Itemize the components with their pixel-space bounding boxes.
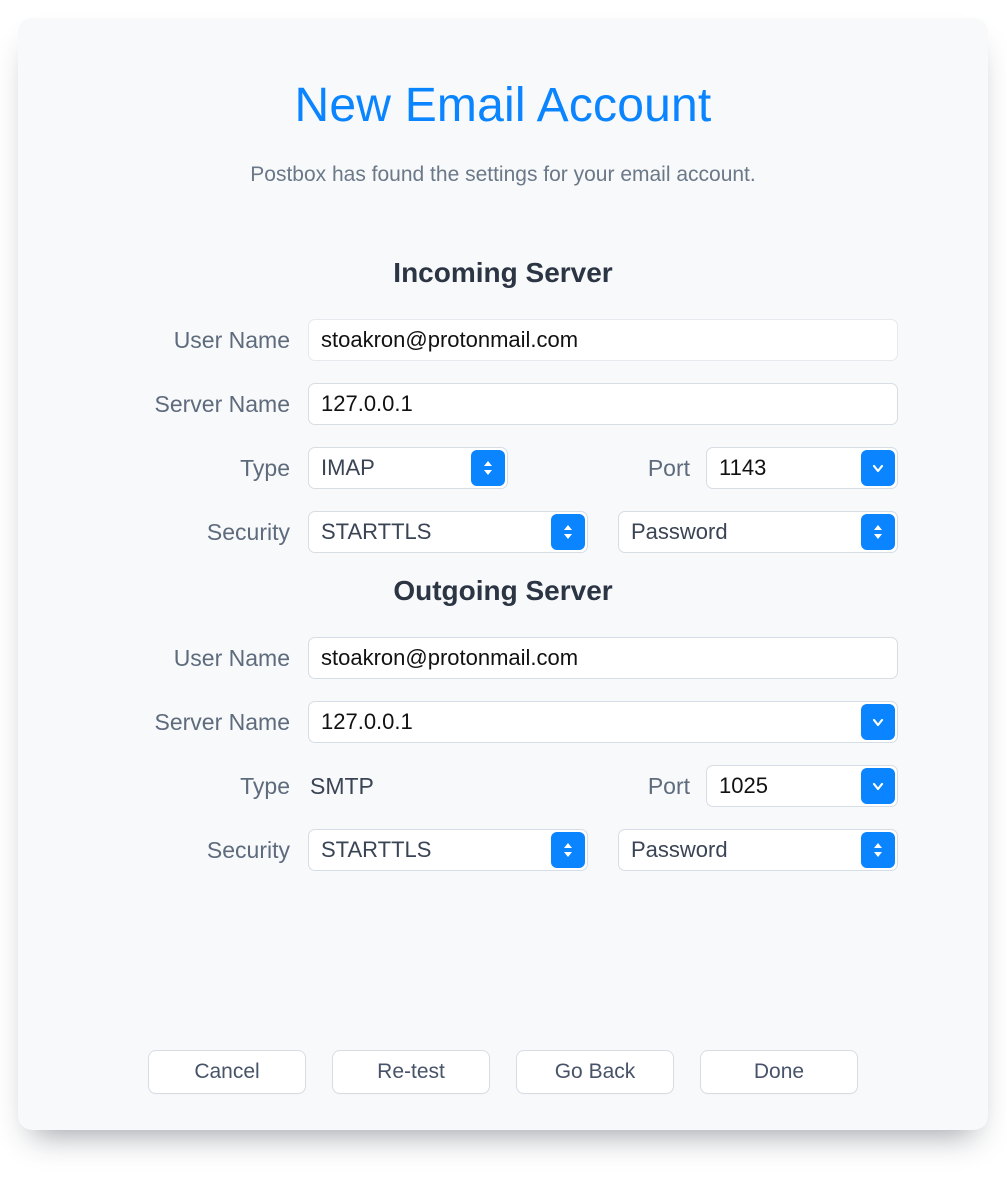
done-button[interactable]: Done (700, 1050, 858, 1094)
chevron-down-icon (861, 450, 895, 486)
chevron-updown-icon (551, 514, 585, 550)
page-title: New Email Account (108, 78, 898, 133)
incoming-servername-input[interactable]: 127.0.0.1 (308, 383, 898, 425)
page-subtitle: Postbox has found the settings for your … (108, 163, 898, 187)
cancel-button[interactable]: Cancel (148, 1050, 306, 1094)
incoming-username-input[interactable]: stoakron@protonmail.com (308, 319, 898, 361)
outgoing-type-value: SMTP (308, 773, 508, 800)
outgoing-username-input[interactable]: stoakron@protonmail.com (308, 637, 898, 679)
chevron-updown-icon (861, 514, 895, 550)
label-port: Port (626, 455, 706, 482)
go-back-button[interactable]: Go Back (516, 1050, 674, 1094)
incoming-heading: Incoming Server (108, 257, 898, 289)
chevron-updown-icon (551, 832, 585, 868)
dialog-window: New Email Account Postbox has found the … (0, 0, 1006, 1181)
retest-button[interactable]: Re-test (332, 1050, 490, 1094)
incoming-port-value: 1143 (719, 455, 766, 481)
label-port: Port (626, 773, 706, 800)
label-security: Security (108, 519, 308, 546)
outgoing-port-select[interactable]: 1025 (706, 765, 898, 807)
incoming-type-port-row: Type IMAP Port 1143 (108, 447, 898, 489)
outgoing-type-port-row: Type SMTP Port 1025 (108, 765, 898, 807)
chevron-down-icon (861, 768, 895, 804)
label-user-name: User Name (108, 327, 308, 354)
label-type: Type (108, 455, 308, 482)
outgoing-servername-value: 127.0.0.1 (321, 709, 413, 735)
label-server-name: Server Name (108, 391, 308, 418)
dialog-footer: Cancel Re-test Go Back Done (18, 1050, 988, 1094)
incoming-username-row: User Name stoakron@protonmail.com (108, 319, 898, 361)
label-user-name: User Name (108, 645, 308, 672)
outgoing-username-row: User Name stoakron@protonmail.com (108, 637, 898, 679)
incoming-security-value: STARTTLS (321, 519, 431, 545)
outgoing-security-row: Security STARTTLS Password (108, 829, 898, 871)
incoming-security-select[interactable]: STARTTLS (308, 511, 588, 553)
outgoing-security-select[interactable]: STARTTLS (308, 829, 588, 871)
chevron-updown-icon (471, 450, 505, 486)
outgoing-security-value: STARTTLS (321, 837, 431, 863)
outgoing-servername-row: Server Name 127.0.0.1 (108, 701, 898, 743)
outgoing-heading: Outgoing Server (108, 575, 898, 607)
label-security: Security (108, 837, 308, 864)
outgoing-auth-value: Password (631, 837, 728, 863)
label-server-name: Server Name (108, 709, 308, 736)
incoming-security-row: Security STARTTLS Password (108, 511, 898, 553)
label-type: Type (108, 773, 308, 800)
chevron-down-icon (861, 704, 895, 740)
outgoing-port-value: 1025 (719, 773, 768, 799)
dialog-panel: New Email Account Postbox has found the … (18, 18, 988, 1130)
incoming-port-select[interactable]: 1143 (706, 447, 898, 489)
incoming-servername-row: Server Name 127.0.0.1 (108, 383, 898, 425)
incoming-type-value: IMAP (321, 455, 375, 481)
incoming-type-select[interactable]: IMAP (308, 447, 508, 489)
incoming-auth-select[interactable]: Password (618, 511, 898, 553)
chevron-updown-icon (861, 832, 895, 868)
outgoing-auth-select[interactable]: Password (618, 829, 898, 871)
outgoing-servername-select[interactable]: 127.0.0.1 (308, 701, 898, 743)
incoming-auth-value: Password (631, 519, 728, 545)
